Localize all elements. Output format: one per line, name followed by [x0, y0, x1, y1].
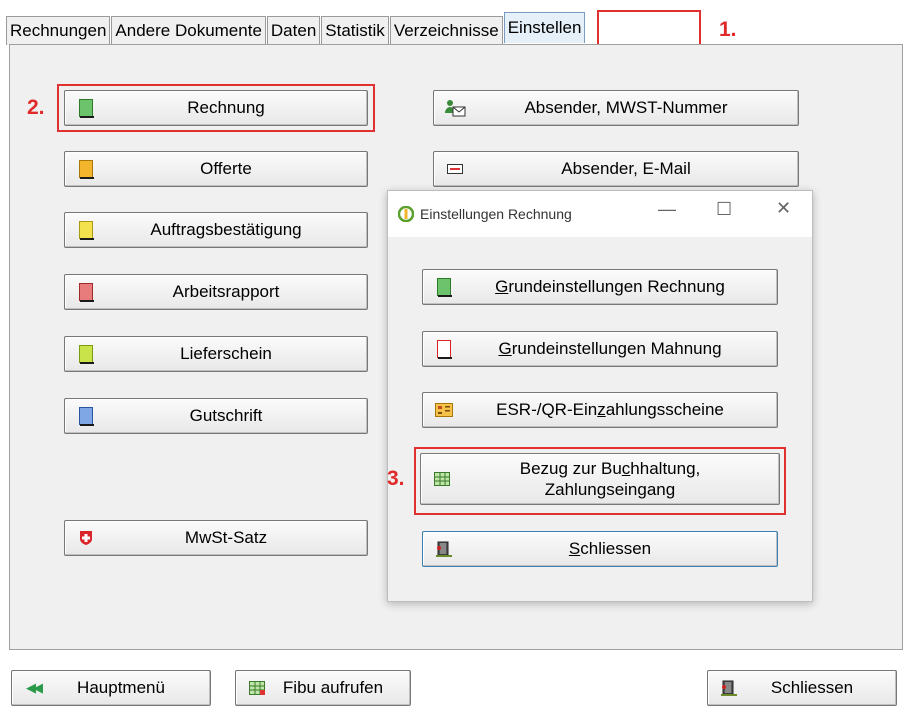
absender-mwst-button[interactable]: Absender, MWST-Nummer [433, 90, 799, 126]
gutschrift-button[interactable]: Gutschrift [64, 398, 368, 434]
einstellungen-rechnung-dialog: Einstellungen Rechnung — ☐ ✕ Grundeinste… [387, 190, 813, 602]
absender-email-label: Absender, E-Mail [561, 159, 691, 178]
absender-email-button[interactable]: Absender, E-Mail [433, 151, 799, 187]
tab-verzeichnisse[interactable]: Verzeichnisse [389, 16, 503, 45]
swiss-flag-icon [73, 527, 99, 549]
label-part: chliessen [580, 539, 652, 558]
annotation-label-1: 1. [719, 18, 737, 41]
mnemonic-letter: G [498, 339, 512, 358]
tab-statistik[interactable]: Statistik [321, 16, 389, 45]
auftragsbestaetigung-button[interactable]: Auftragsbestätigung [64, 212, 368, 248]
label-line-2: Zahlungseingang [544, 480, 676, 499]
document-blue-icon [73, 405, 99, 427]
grundeinstellungen-rechnung-button[interactable]: Grundeinstellungen Rechnung [422, 269, 778, 305]
exit-door-icon [716, 677, 742, 699]
dialog-titlebar[interactable]: Einstellungen Rechnung — ☐ ✕ [388, 191, 812, 237]
dialog-title: Einstellungen Rechnung [420, 206, 572, 222]
label-part: ESR-/QR-Ein [496, 400, 598, 419]
schliessen-button[interactable]: Schliessen [707, 670, 897, 706]
bezug-buchhaltung-label: Bezug zur Buchhaltung, Zahlungseingang [455, 458, 779, 500]
bezug-buchhaltung-button[interactable]: Bezug zur Buchhaltung, Zahlungseingang [420, 453, 780, 505]
offerte-button[interactable]: Offerte [64, 151, 368, 187]
spreadsheet-icon [244, 677, 270, 699]
minimize-icon[interactable]: — [658, 199, 676, 220]
arbeitsrapport-button[interactable]: Arbeitsrapport [64, 274, 368, 310]
mnemonic-letter: G [495, 277, 509, 296]
envelope-icon [442, 158, 468, 180]
label-part: hhaltung, [630, 459, 701, 478]
document-lime-icon [73, 343, 99, 365]
fibu-aufrufen-button[interactable]: Fibu aufrufen [235, 670, 411, 706]
exit-door-icon [431, 538, 457, 560]
maximize-icon[interactable]: ☐ [716, 199, 732, 220]
annotation-label-3: 3. [387, 467, 405, 490]
lieferschein-label: Lieferschein [180, 344, 272, 363]
esr-qr-label: ESR-/QR-Einzahlungsscheine [457, 400, 777, 420]
hauptmenu-button[interactable]: ◀◀ Hauptmenü [11, 670, 211, 706]
label-part: rundeinstellungen Mahnung [511, 339, 722, 358]
app-logo-icon [398, 206, 414, 222]
rechnung-label: Rechnung [187, 98, 265, 117]
document-red-outline-icon [431, 338, 457, 360]
tab-andere-dokumente[interactable]: Andere Dokumente [111, 16, 266, 45]
mnemonic-letter: S [568, 539, 581, 558]
document-red-icon [73, 281, 99, 303]
schliessen-label: Schliessen [770, 678, 854, 697]
rewind-icon: ◀◀ [26, 680, 43, 695]
document-yellow-icon [73, 219, 99, 241]
grundeinstellungen-mahnung-button[interactable]: Grundeinstellungen Mahnung [422, 331, 778, 367]
tab-einstellen[interactable]: Einstellen [503, 12, 586, 43]
mnemonic-letter: z [597, 400, 606, 419]
mwst-satz-button[interactable]: MwSt-Satz [64, 520, 368, 556]
payment-slip-icon [431, 399, 457, 421]
gutschrift-label: Gutschrift [189, 406, 263, 425]
document-green-icon [73, 97, 99, 119]
close-icon[interactable]: ✕ [776, 198, 791, 219]
document-green-icon [431, 276, 457, 298]
sender-envelope-icon [442, 97, 468, 119]
lieferschein-button[interactable]: Lieferschein [64, 336, 368, 372]
annotation-box-1 [597, 10, 701, 46]
spreadsheet-icon [429, 468, 455, 490]
offerte-label: Offerte [200, 159, 252, 178]
document-orange-icon [73, 158, 99, 180]
dialog-schliessen-label: Schliessen [457, 539, 777, 559]
tab-rechnungen[interactable]: Rechnungen [6, 16, 111, 45]
grundeinstellungen-mahnung-label: Grundeinstellungen Mahnung [457, 339, 777, 359]
absender-mwst-label: Absender, MWST-Nummer [524, 98, 728, 117]
hauptmenu-label: Hauptmenü [77, 678, 165, 697]
arbeitsrapport-label: Arbeitsrapport [172, 282, 280, 301]
esr-qr-einzahlungsscheine-button[interactable]: ESR-/QR-Einzahlungsscheine [422, 392, 778, 428]
mwst-satz-label: MwSt-Satz [184, 528, 268, 547]
fibu-aufrufen-label: Fibu aufrufen [282, 678, 384, 697]
tab-strip: Rechnungen Andere Dokumente Daten Statis… [6, 12, 586, 45]
auftragsbestaetigung-label: Auftragsbestätigung [150, 220, 302, 239]
label-part: ahlungsscheine [605, 400, 724, 419]
grundeinstellungen-rechnung-label: Grundeinstellungen Rechnung [457, 277, 777, 297]
label-part: rundeinstellungen Rechnung [508, 277, 725, 296]
dialog-schliessen-button[interactable]: Schliessen [422, 531, 778, 567]
label-part: Bezug zur Bu [519, 459, 622, 478]
rechnung-button[interactable]: Rechnung [64, 90, 368, 126]
annotation-label-2: 2. [27, 96, 45, 119]
tab-daten[interactable]: Daten [266, 16, 321, 45]
